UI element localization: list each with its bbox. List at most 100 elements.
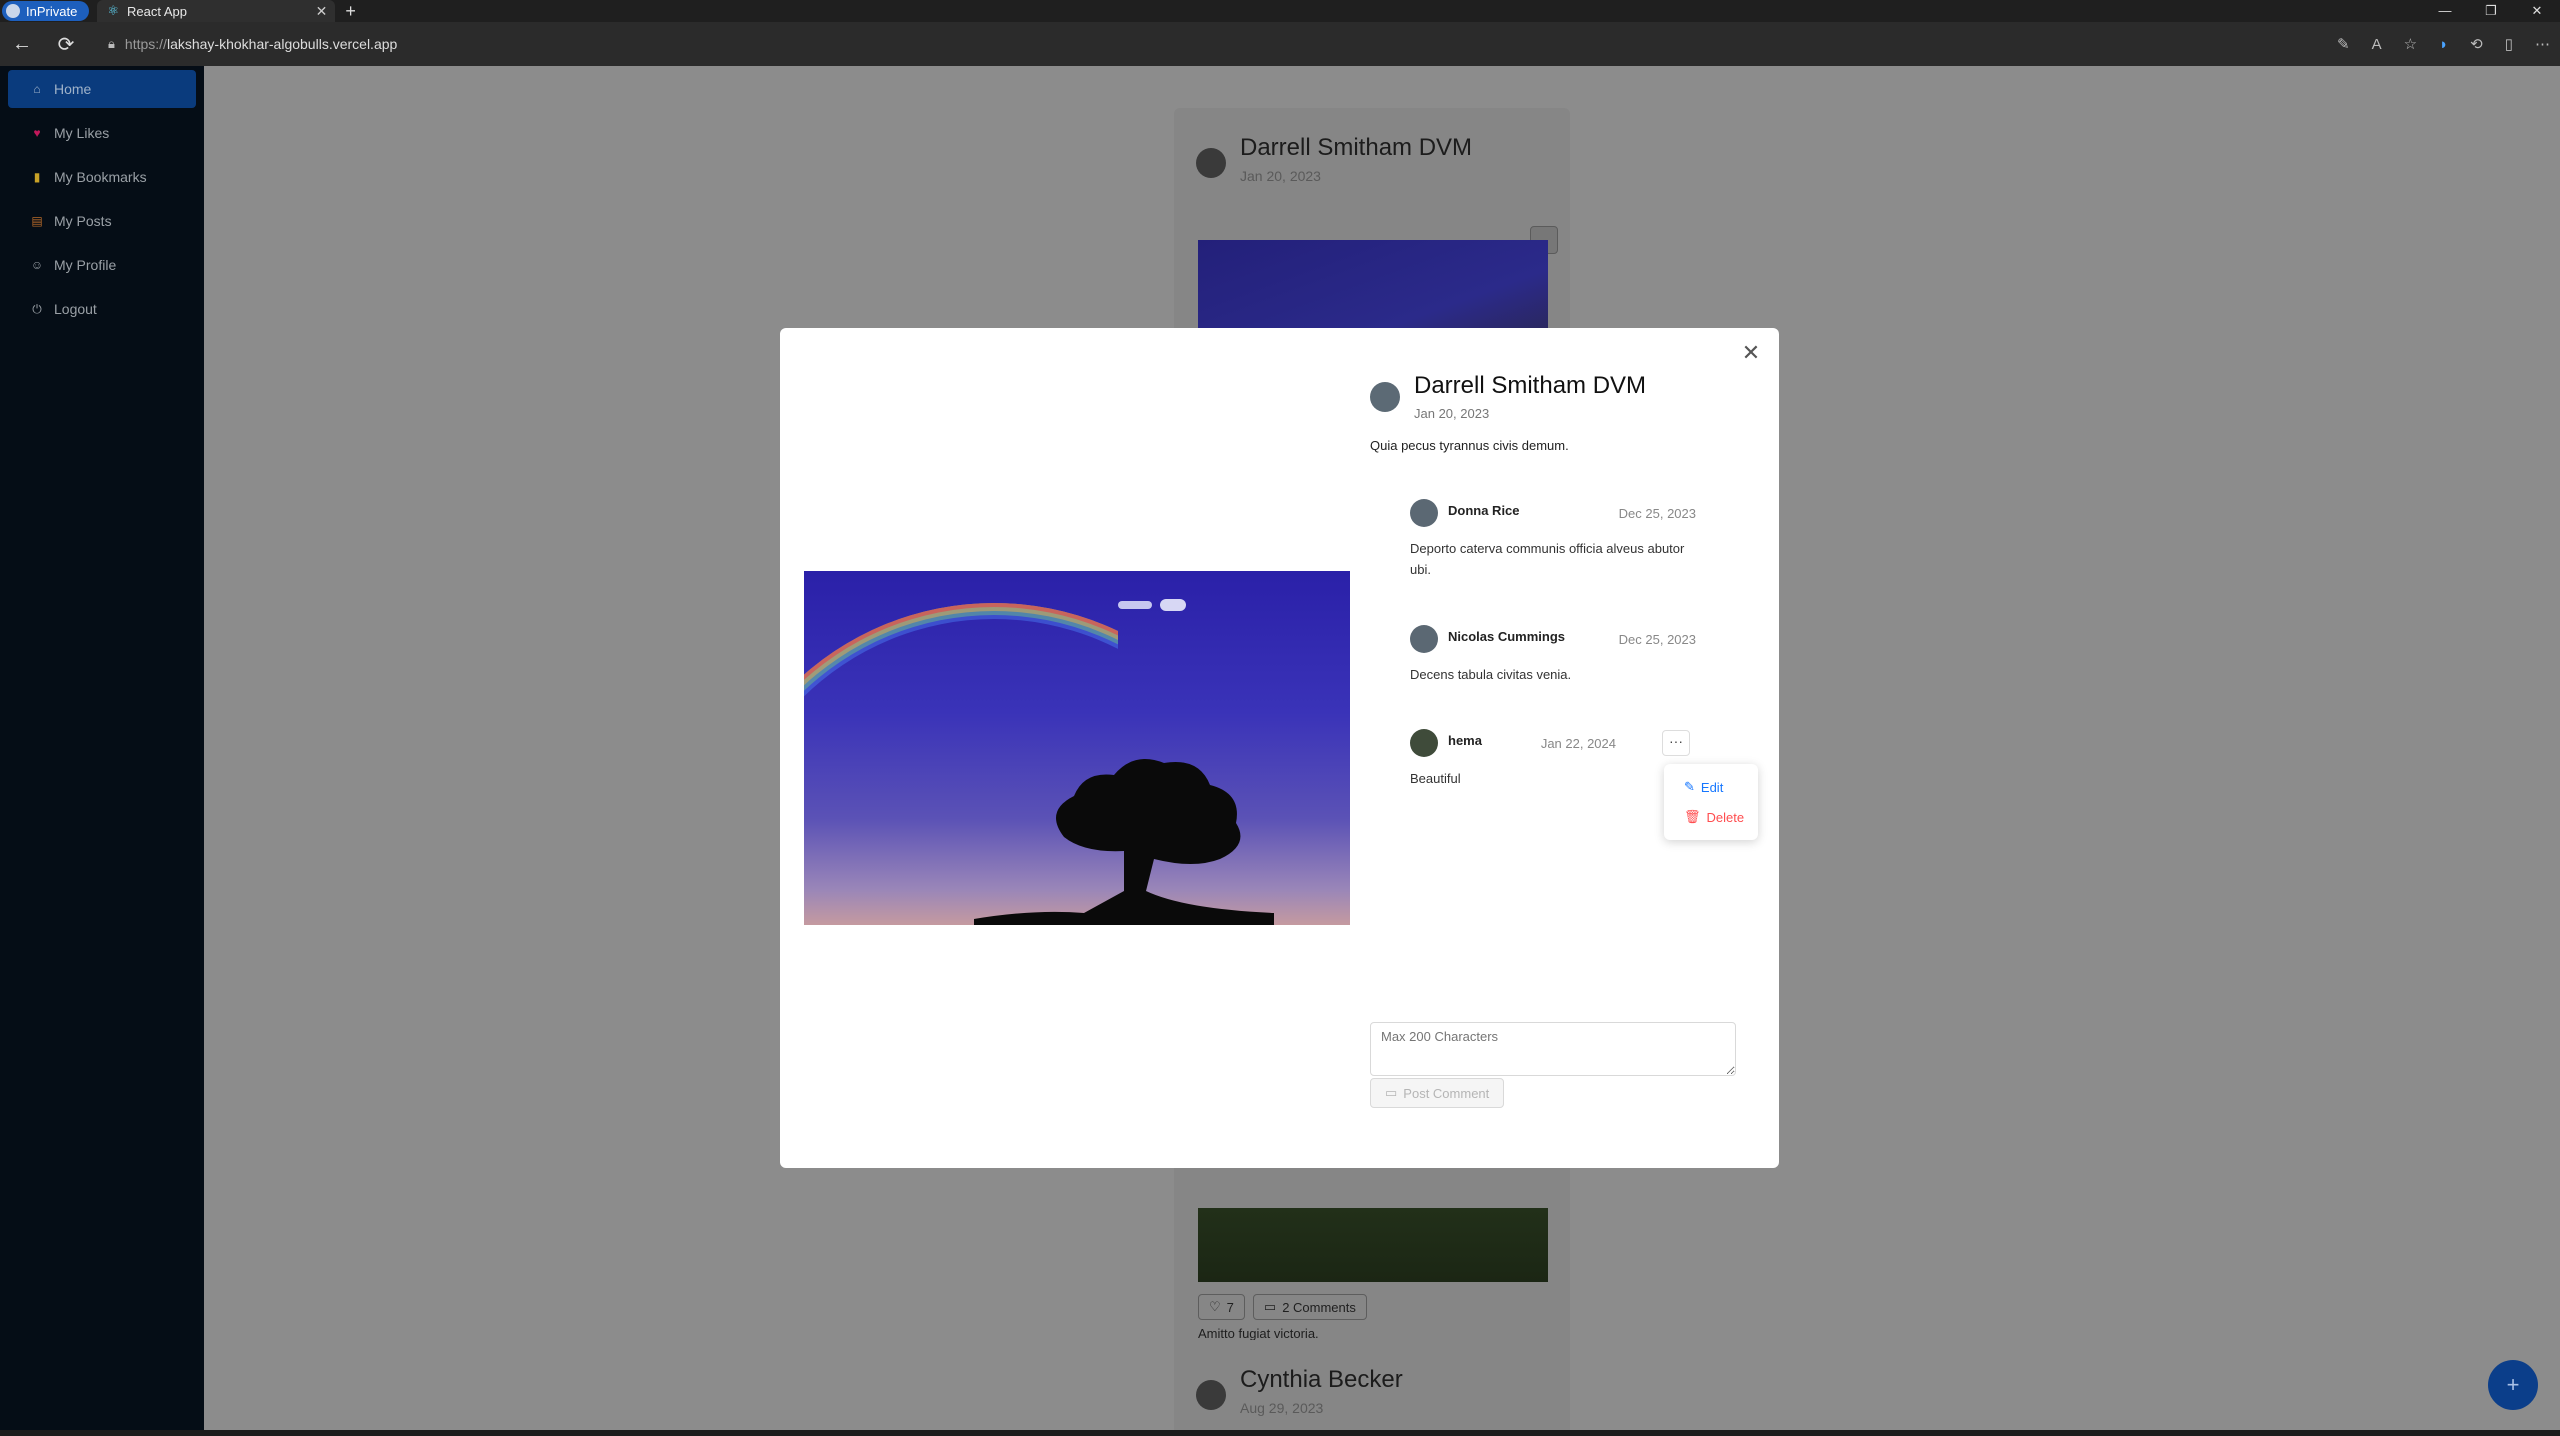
delete-label: Delete — [1706, 809, 1745, 825]
post-image — [804, 571, 1350, 925]
home-icon: ⌂ — [33, 82, 41, 96]
comment-date: Dec 25, 2023 — [1618, 631, 1696, 647]
post-card: Cynthia Becker Aug 29, 2023 — [1174, 1340, 1570, 1436]
logout-icon: ⏻ — [32, 301, 42, 316]
browser-tab[interactable]: ⚛ React App ✕ — [97, 0, 336, 22]
comment-author: Donna Rice — [1448, 502, 1520, 518]
heart-icon: ♥ — [33, 126, 41, 140]
sidebar-item-my-profile[interactable]: ☺ My Profile — [8, 246, 196, 284]
taskbar-strip — [0, 1430, 2560, 1436]
more-menu-icon[interactable]: ⋯ — [2535, 35, 2550, 53]
comment-item: hema Jan 22, 2024 Beautiful — [1410, 728, 1616, 789]
profile-icon — [6, 4, 20, 18]
comment-date: Jan 22, 2024 — [1540, 735, 1616, 751]
read-aloud-icon[interactable]: A — [2372, 36, 2382, 53]
sidebar-item-my-posts[interactable]: ▤ My Posts — [8, 202, 196, 240]
sidebar-item-label: My Likes — [54, 125, 110, 141]
sidebar-item-home[interactable]: ⌂ Home — [8, 70, 196, 108]
modal-post-date: Jan 20, 2023 — [1414, 406, 1490, 421]
edit-comment-item[interactable]: ✎ Edit — [1664, 772, 1758, 802]
avatar — [1410, 499, 1438, 527]
post-header: Darrell Smitham DVM Jan 20, 2023 — [1196, 134, 1472, 184]
close-icon[interactable]: ✕ — [1739, 342, 1763, 366]
edit-icon: ✎ — [1684, 779, 1695, 794]
cloud-graphic — [1118, 601, 1152, 609]
sidebar-item-label: Logout — [54, 301, 97, 317]
sidebar-item-logout[interactable]: ⏻ Logout — [8, 290, 196, 328]
like-count: 7 — [1226, 1299, 1234, 1315]
comment-icon: ▭ — [1385, 1085, 1398, 1100]
modal-post-text: Quia pecus tyrannus civis demum. — [1370, 438, 1569, 453]
post-date: Aug 29, 2023 — [1240, 1400, 1324, 1416]
trash-icon: 🗑︎ — [1684, 809, 1701, 824]
comment-text: Decens tabula civitas venia. — [1410, 667, 1572, 682]
refresh-icon[interactable]: ⟳ — [44, 32, 88, 57]
comment-text: Deporto caterva communis officia alveus … — [1410, 541, 1685, 577]
comment-input[interactable] — [1370, 1022, 1736, 1076]
window-controls: — ❐ ✕ — [2422, 0, 2560, 22]
add-post-button[interactable]: + — [2488, 1360, 2538, 1410]
posts-icon: ▤ — [31, 214, 43, 228]
sidebar-item-label: Home — [54, 81, 92, 97]
extension-icon[interactable]: ◗ — [2439, 36, 2448, 53]
inprivate-badge[interactable]: InPrivate — [2, 1, 90, 21]
post-caption: Amitto fugiat victoria. — [1198, 1326, 1319, 1341]
post-comment-button[interactable]: ▭ Post Comment — [1370, 1078, 1505, 1108]
url-host: lakshay-khokhar-algobulls.vercel.app — [166, 36, 398, 52]
modal-post-author: Darrell Smitham DVM — [1414, 372, 1647, 399]
minimize-icon[interactable]: — — [2422, 0, 2468, 22]
avatar — [1410, 729, 1438, 757]
react-icon: ⚛ — [107, 3, 119, 18]
comment-item: Nicolas Cummings Dec 25, 2023 Decens tab… — [1410, 624, 1696, 685]
split-screen-icon[interactable]: ▯ — [2505, 35, 2513, 53]
sidebar-item-my-bookmarks[interactable]: ▮ My Bookmarks — [8, 158, 196, 196]
comment-item: Donna Rice Dec 25, 2023 Deporto caterva … — [1410, 498, 1696, 580]
avatar — [1196, 148, 1226, 178]
browser-tabbar: InPrivate ⚛ React App ✕ + — ❐ ✕ — [0, 0, 2560, 22]
avatar — [1196, 1380, 1226, 1410]
post-image[interactable] — [1198, 1208, 1548, 1282]
sidebar-item-label: My Bookmarks — [54, 169, 147, 185]
close-tab-icon[interactable]: ✕ — [316, 3, 328, 20]
sidebar-item-label: My Profile — [54, 257, 117, 273]
lock-icon: 🔒︎ — [108, 36, 115, 51]
bookmark-icon: ▮ — [33, 170, 41, 184]
url-protocol: https:// — [124, 36, 167, 52]
like-button[interactable]: ♡ 7 — [1198, 1294, 1245, 1320]
tree-silhouette — [974, 759, 1274, 925]
comment-count: 2 Comments — [1282, 1299, 1356, 1315]
modal-post-header: Darrell Smitham DVM Jan 20, 2023 — [1370, 372, 1646, 421]
back-icon[interactable]: ← — [0, 33, 44, 56]
comments-button[interactable]: ▭ 2 Comments — [1252, 1294, 1367, 1320]
comment-date: Dec 25, 2023 — [1618, 505, 1696, 521]
user-icon: ☺ — [30, 258, 44, 272]
refresh-ext-icon[interactable]: ⟲ — [2470, 35, 2483, 53]
delete-comment-item[interactable]: 🗑︎ Delete — [1664, 802, 1758, 832]
post-date: Jan 20, 2023 — [1240, 168, 1321, 184]
sidebar: ⌂ Home ♥ My Likes ▮ My Bookmarks ▤ My Po… — [0, 66, 204, 1436]
url-field[interactable]: 🔒︎ https://lakshay-khokhar-algobulls.ver… — [102, 29, 2202, 59]
comment-actions-menu: ✎ Edit 🗑︎ Delete — [1664, 764, 1758, 840]
favorite-icon[interactable]: ☆ — [2404, 35, 2417, 53]
heart-outline-icon: ♡ — [1209, 1299, 1221, 1314]
post-author: Cynthia Becker — [1240, 1366, 1403, 1393]
post-detail-modal: ✕ Darrell Smitham DVM Jan 20, 2023 Quia … — [780, 328, 1779, 1168]
comment-author: Nicolas Cummings — [1448, 628, 1566, 644]
tab-title: React App — [126, 3, 187, 19]
comment-icon: ▭ — [1263, 1299, 1277, 1314]
sidebar-item-my-likes[interactable]: ♥ My Likes — [8, 114, 196, 152]
pen-icon[interactable]: ✎ — [2337, 35, 2350, 53]
avatar — [1370, 382, 1400, 412]
close-window-icon[interactable]: ✕ — [2514, 0, 2560, 22]
comment-more-button[interactable]: ··· — [1662, 730, 1690, 756]
edit-label: Edit — [1700, 779, 1724, 795]
new-tab-icon[interactable]: + — [345, 1, 356, 22]
sidebar-item-label: My Posts — [54, 213, 112, 229]
post-author: Darrell Smitham DVM — [1240, 134, 1473, 161]
address-bar: ← ⟳ 🔒︎ https://lakshay-khokhar-algobulls… — [0, 22, 2560, 66]
post-actions: ♡ 7 ▭ 2 Comments — [1198, 1294, 1367, 1320]
browser-toolbar: ✎ A ☆ ◗ ⟲ ▯ ⋯ — [2337, 22, 2550, 66]
restore-icon[interactable]: ❐ — [2468, 0, 2514, 22]
comment-author: hema — [1448, 732, 1482, 748]
cloud-graphic — [1160, 599, 1186, 611]
